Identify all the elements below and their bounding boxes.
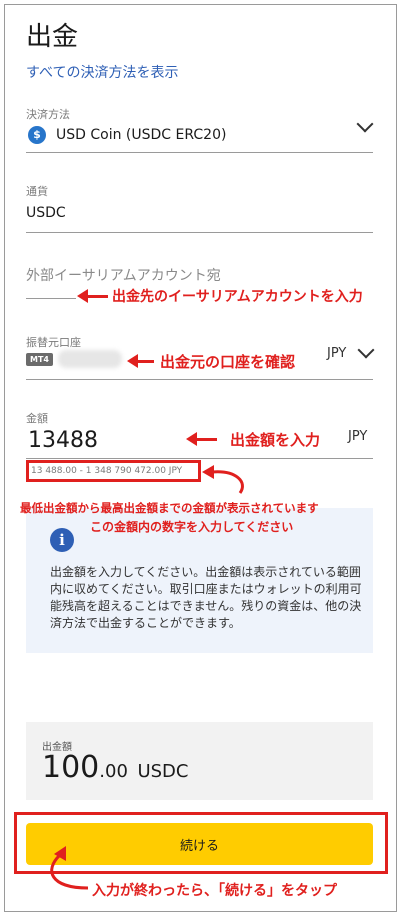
curved-arrow (211, 470, 244, 494)
curved-arrow-head (202, 465, 214, 479)
curved-arrow (50, 853, 89, 890)
annotation-curves (50, 465, 244, 890)
